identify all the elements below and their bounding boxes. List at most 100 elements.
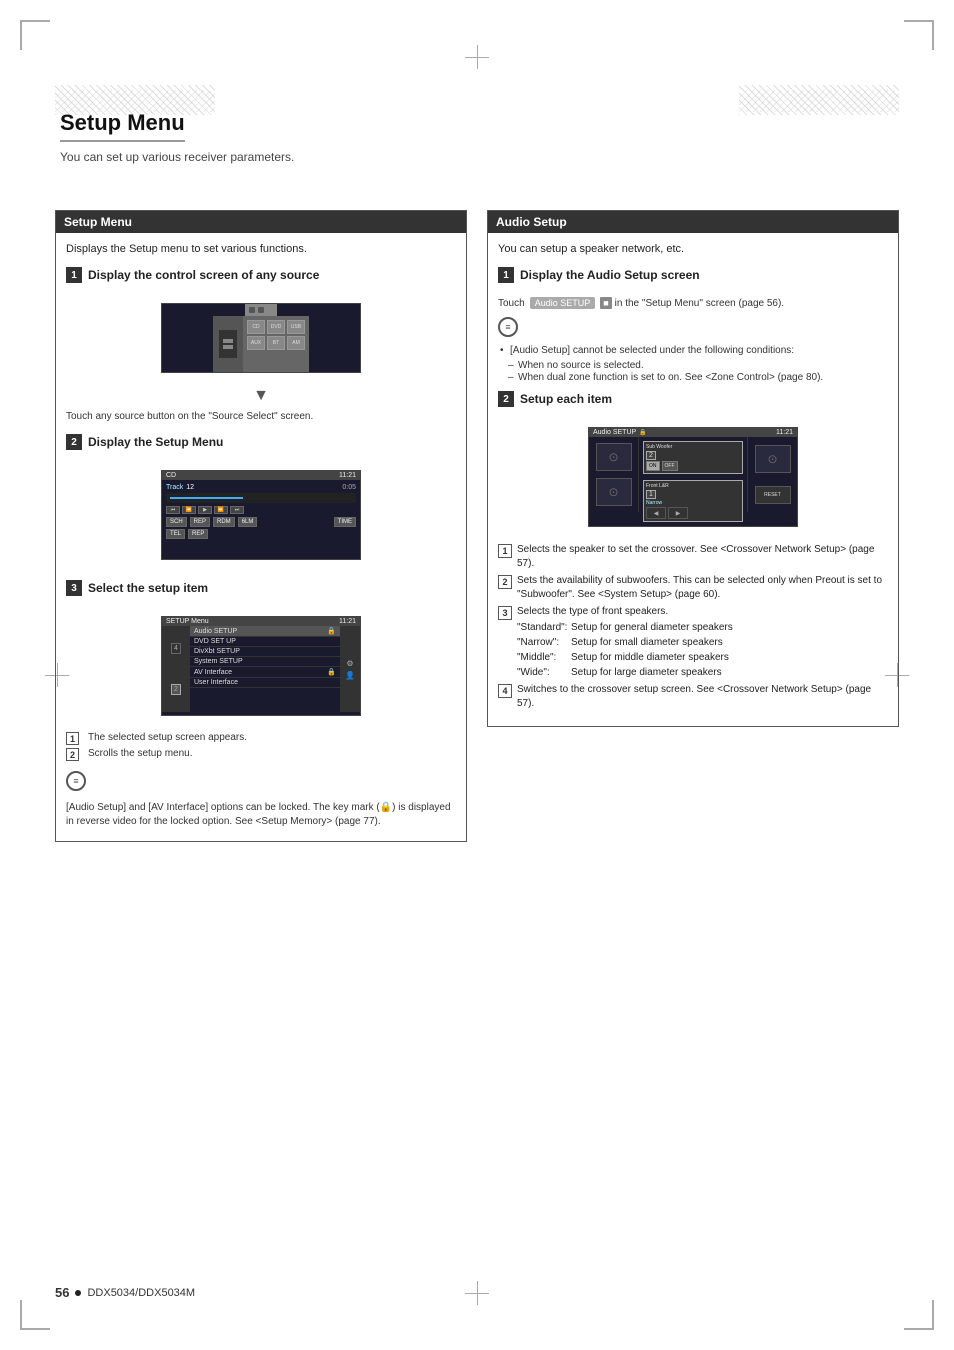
hatch-title-left xyxy=(55,90,215,112)
front-ctrl-2[interactable]: ▶ xyxy=(668,507,688,519)
page-number: 56 xyxy=(55,1285,69,1300)
audio-item-badge-2: 2 xyxy=(498,575,512,589)
bar-dot1 xyxy=(249,307,255,313)
setup-scroll-icon: ⚙ xyxy=(346,659,353,668)
setup-right-icons: ⚙ 👤 xyxy=(340,626,360,712)
front-ctrl-1[interactable]: ◀ xyxy=(646,507,666,519)
cd-btn-rep2[interactable]: REP xyxy=(188,529,208,539)
setup-item-divx[interactable]: DivXbt SETUP xyxy=(190,647,340,657)
step2-label: 2 Display the Setup Menu xyxy=(66,434,223,450)
audio-reset-btn[interactable]: RESET xyxy=(755,486,791,504)
audio-setup-intro: You can setup a speaker network, etc. xyxy=(498,243,888,255)
cd-btn-prev[interactable]: ⏪ xyxy=(182,506,196,514)
source-right-panel: CD DVD USB AUX BT AM xyxy=(243,316,309,372)
audio-item-text-1: Selects the speaker to set the crossover… xyxy=(517,543,888,571)
cd-track-row: Track 12 0:05 xyxy=(166,484,356,491)
setup-item-dvd[interactable]: DVD SET UP xyxy=(190,637,340,647)
cd-btn-prev-prev[interactable]: ⏮ xyxy=(166,506,180,514)
step3-label: 3 Select the setup item xyxy=(66,580,208,596)
audio-screen-lock: 🔒 xyxy=(639,429,646,436)
setup-item-av[interactable]: AV Interface 🔒 xyxy=(190,667,340,678)
cd-mode-btns: SCH REP RDM 6LM TIME xyxy=(166,517,356,527)
note-row-1: 1 The selected setup screen appears. xyxy=(66,732,456,745)
chip-icon: ■ xyxy=(600,297,611,309)
cd-btn-time[interactable]: TIME xyxy=(334,517,356,527)
page-title: Setup Menu xyxy=(60,110,185,142)
audio-screen-header: Audio SETUP 🔒 11:21 xyxy=(589,428,797,437)
audio-screen-body: ⊙ ⊙ Sub Woofer xyxy=(589,437,797,512)
corner-mark-tl xyxy=(20,20,50,50)
source-icon-1 xyxy=(223,339,233,343)
audio-note-icon: ≡ xyxy=(498,317,518,337)
audio-step2-text: Setup each item xyxy=(520,392,612,406)
audio-right-panel: Sub Woofer 2 ON OFF xyxy=(639,437,747,512)
model-name: DDX5034/DDX5034M xyxy=(87,1287,195,1299)
setup-menu-intro: Displays the Setup menu to set various f… xyxy=(66,243,456,255)
cd-btn-next-next[interactable]: ⏭ xyxy=(230,506,244,514)
cd-btn-play[interactable]: ▶ xyxy=(198,506,212,514)
src-icon-5[interactable]: BT xyxy=(267,336,285,350)
narrow-desc: Setup for small diameter speakers xyxy=(571,636,733,650)
cd-screen-bar: CD 11:21 xyxy=(162,471,360,480)
audio-screen-label: Audio SETUP xyxy=(593,429,636,436)
cd-btn-6lm[interactable]: 6LM xyxy=(238,517,258,527)
sub-woofer-off-btn[interactable]: OFF xyxy=(662,461,678,471)
touch-text: Touch xyxy=(498,298,525,309)
cd-progress-bar xyxy=(166,493,356,503)
cd-btn-tel[interactable]: TEL xyxy=(166,529,185,539)
audio-speaker-right: ⊙ RESET xyxy=(747,437,797,512)
setup-item-audio[interactable]: Audio SETUP 🔒 xyxy=(190,626,340,637)
audio-item-2: 2 Sets the availability of subwoofers. T… xyxy=(498,574,888,602)
setup-screen-body: 4 2 Audio SETUP 🔒 DVD SET UP xyxy=(162,626,360,712)
setup-item-system[interactable]: System SETUP xyxy=(190,657,340,667)
setup-screen-label: SETUP Menu xyxy=(166,618,209,625)
audio-subnote-2: When dual zone function is set to on. Se… xyxy=(506,372,888,383)
audio-setup-chip: Audio SETUP xyxy=(530,297,596,309)
source-select-screen: CD DVD USB AUX BT AM xyxy=(161,303,361,373)
audio-setup-body: You can setup a speaker network, etc. 1 … xyxy=(488,233,898,726)
lock-note: [Audio Setup] and [AV Interface] options… xyxy=(66,801,456,829)
audio-reset-label: RESET xyxy=(764,492,781,498)
audio-setup-section: Audio Setup You can setup a speaker netw… xyxy=(487,210,899,727)
speaker-type-grid: "Standard": Setup for general diameter s… xyxy=(517,621,733,680)
cd-progress-fill xyxy=(170,497,243,499)
src-icon-3[interactable]: USB xyxy=(287,320,305,334)
src-icon-4[interactable]: AUX xyxy=(247,336,265,350)
note-row-2: 2 Scrolls the setup menu. xyxy=(66,748,456,761)
source-icon-2 xyxy=(223,345,233,349)
sub-woofer-badge: 2 xyxy=(646,451,656,460)
touch-instruction: Touch Audio SETUP ■ in the "Setup Menu" … xyxy=(498,297,888,309)
cd-btn-rep[interactable]: REP xyxy=(190,517,210,527)
src-icon-6[interactable]: AM xyxy=(287,336,305,350)
sub-woofer-badge-row: 2 xyxy=(646,451,740,460)
in-text: in the "Setup Menu" screen (page 56). xyxy=(615,298,784,309)
audio-item-badge-1: 1 xyxy=(498,544,512,558)
cd-btn-rdm[interactable]: RDM xyxy=(213,517,235,527)
page-title-area: Setup Menu You can set up various receiv… xyxy=(60,110,894,164)
cd-btn-next[interactable]: ⏩ xyxy=(214,506,228,514)
audio-step1-label: 1 Display the Audio Setup screen xyxy=(498,267,700,283)
cd-second-row: TEL REP xyxy=(166,529,356,539)
setup-item-user[interactable]: User Interface xyxy=(190,678,340,688)
src-icon-2[interactable]: DVD xyxy=(267,320,285,334)
audio-item-badge-4: 4 xyxy=(498,684,512,698)
audio-setup-screen-container: Audio SETUP 🔒 11:21 ⊙ ⊙ xyxy=(498,419,888,535)
audio-bullet-list: [Audio Setup] cannot be selected under t… xyxy=(498,345,888,356)
cd-time: 11:21 xyxy=(339,472,356,479)
audio-setup-header: Audio Setup xyxy=(488,211,898,233)
src-icon-1[interactable]: CD xyxy=(247,320,265,334)
hatch-title-right xyxy=(739,90,899,112)
setup-menu-section: Setup Menu Displays the Setup menu to se… xyxy=(55,210,467,842)
audio-subnote-1: When no source is selected. xyxy=(506,360,888,371)
setup-nav-2[interactable]: 2 xyxy=(171,684,181,695)
cd-time-val: 0:05 xyxy=(342,484,356,491)
cd-label: CD xyxy=(166,472,176,479)
footer-dot xyxy=(75,1290,81,1296)
audio-step2-label: 2 Setup each item xyxy=(498,391,612,407)
step1-instruction: Touch any source button on the "Source S… xyxy=(66,411,456,422)
setup-screen: SETUP Menu 11:21 4 2 Audio SETUP xyxy=(161,616,361,716)
setup-nav-4[interactable]: 4 xyxy=(171,643,181,654)
sub-woofer-on-btn[interactable]: ON xyxy=(646,461,660,471)
audio-item-3: 3 Selects the type of front speakers. "S… xyxy=(498,605,888,680)
cd-btn-sch[interactable]: SCH xyxy=(166,517,187,527)
